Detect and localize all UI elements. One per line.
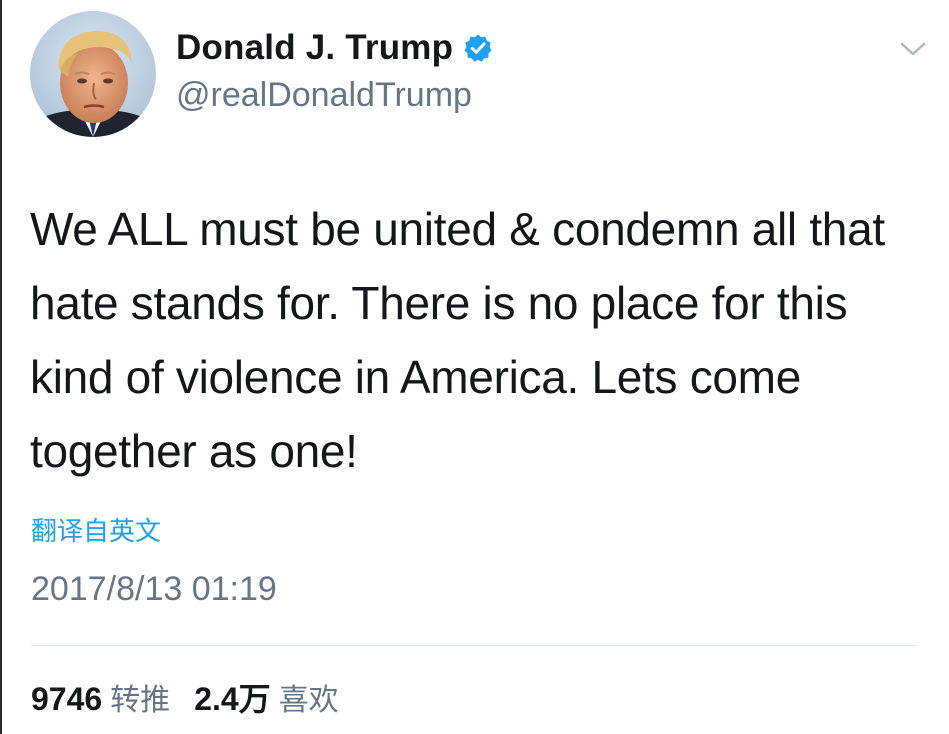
like-count[interactable]: 2.4万 — [194, 674, 271, 720]
retweet-label[interactable]: 转推 — [110, 675, 170, 719]
translate-link[interactable]: 翻译自英文 — [31, 511, 161, 548]
left-frame-border — [0, 0, 2, 734]
tweet-text: We ALL must be united & condemn all that… — [30, 203, 885, 477]
user-name-row: Donald J. Trump — [176, 28, 493, 68]
retweet-count[interactable]: 9746 — [31, 681, 102, 718]
user-handle[interactable]: @realDonaldTrump — [176, 76, 472, 115]
like-label[interactable]: 喜欢 — [279, 675, 339, 719]
divider — [31, 645, 916, 646]
chevron-down-icon[interactable] — [899, 40, 927, 58]
avatar[interactable] — [30, 11, 156, 137]
tweet-stats: 9746 转推 2.4万 喜欢 — [31, 674, 339, 720]
avatar-photo-icon — [30, 11, 156, 137]
tweet-timestamp[interactable]: 2017/8/13 01:19 — [31, 570, 277, 609]
display-name[interactable]: Donald J. Trump — [176, 28, 453, 68]
verified-badge-icon — [463, 33, 493, 63]
